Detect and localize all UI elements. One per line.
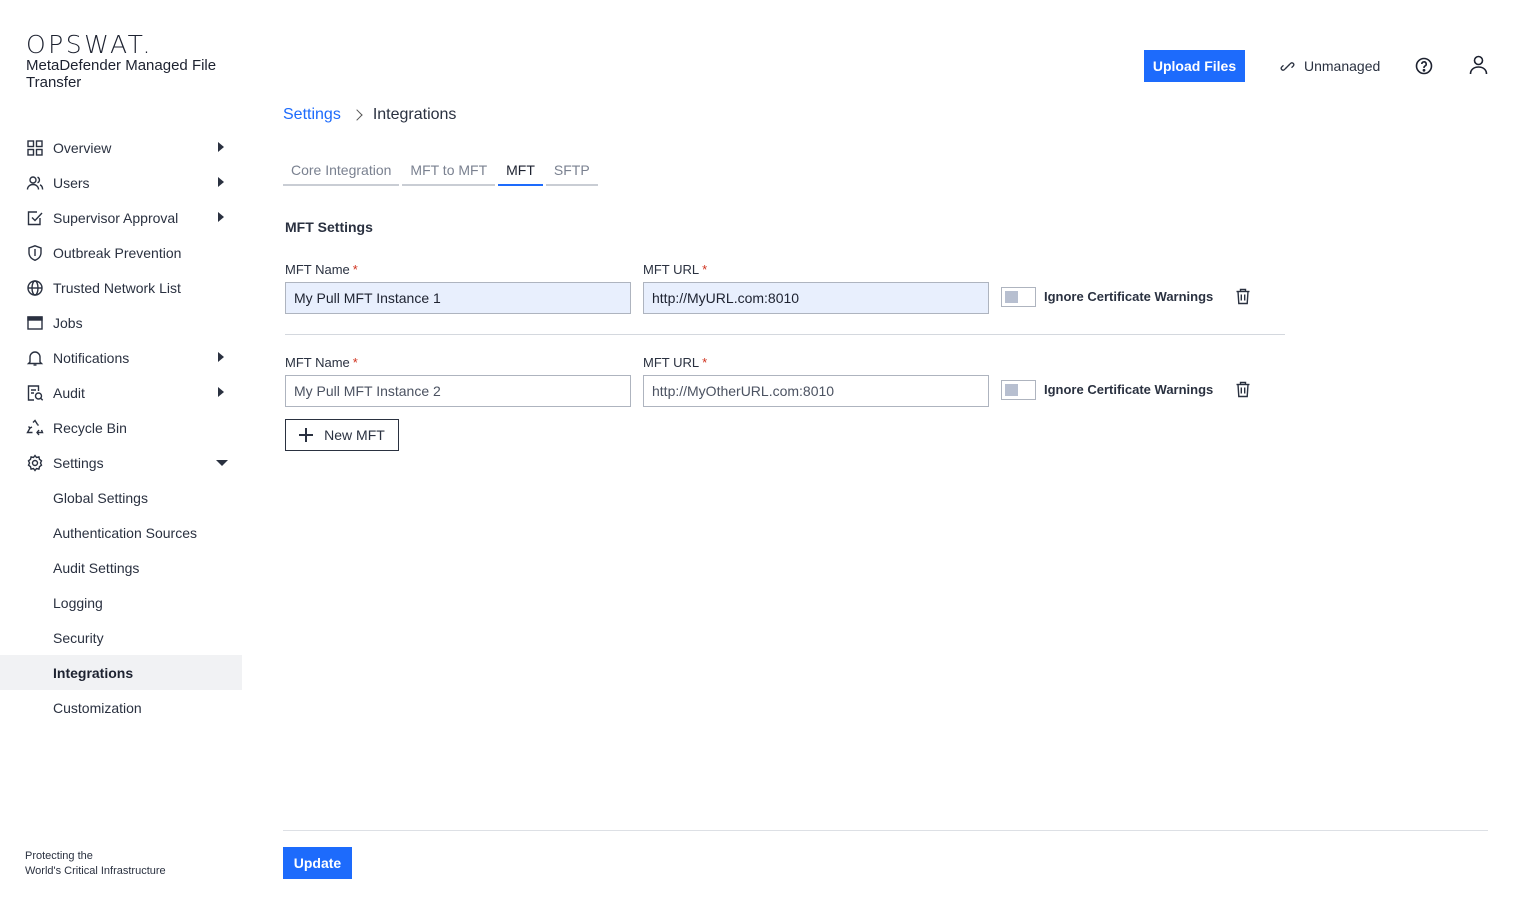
sidebar-item-label: Recycle Bin: [53, 419, 127, 436]
sidebar-item-label: Users: [53, 174, 90, 191]
tab-mft-to-mft[interactable]: MFT to MFT: [402, 155, 496, 186]
sidebar-item-notifications[interactable]: Notifications: [0, 340, 242, 375]
sidebar-item-supervisor-approval[interactable]: Supervisor Approval: [0, 200, 242, 235]
user-icon[interactable]: [1469, 55, 1488, 75]
breadcrumb-settings-link[interactable]: Settings: [283, 106, 341, 124]
section-title: MFT Settings: [285, 219, 373, 235]
sidebar-nav: Overview Users Supervisor Approval Outbr…: [0, 130, 242, 725]
footer-divider: [283, 830, 1488, 831]
integration-tabs: Core Integration MFT to MFT MFT SFTP: [283, 155, 601, 186]
sidebar-item-label: Overview: [53, 139, 112, 156]
caret-right-icon: [218, 387, 224, 397]
sidebar-subitem-security[interactable]: Security: [0, 620, 242, 655]
product-name: MetaDefender Managed File Transfer: [26, 57, 217, 91]
mft-url-input[interactable]: [643, 375, 989, 407]
sidebar-item-label: Trusted Network List: [53, 279, 181, 296]
mft-url-input[interactable]: [643, 282, 989, 314]
mft-name-label: MFT Name *: [285, 355, 358, 370]
sidebar-item-label: Jobs: [53, 314, 83, 331]
caret-right-icon: [218, 352, 224, 362]
sidebar-item-audit[interactable]: Audit: [0, 375, 242, 410]
tab-core-integration[interactable]: Core Integration: [283, 155, 400, 186]
entry-divider: [285, 334, 1285, 335]
recycle-icon: [26, 418, 44, 437]
users-icon: [26, 174, 44, 192]
caret-right-icon: [218, 142, 224, 152]
caret-right-icon: [218, 177, 224, 187]
breadcrumb-current: Integrations: [372, 106, 457, 123]
brand-tagline: Protecting the World's Critical Infrastr…: [25, 850, 166, 877]
sidebar-item-label: Notifications: [53, 349, 130, 366]
trash-icon[interactable]: [1235, 288, 1251, 305]
sidebar-item-overview[interactable]: Overview: [0, 130, 242, 165]
help-icon[interactable]: [1415, 57, 1433, 75]
sidebar: OPSWAT. MetaDefender Managed File Transf…: [0, 0, 242, 911]
sidebar-item-outbreak-prevention[interactable]: Outbreak Prevention: [0, 235, 242, 270]
sidebar-subitem-integrations[interactable]: Integrations: [0, 655, 242, 690]
mft-name-input[interactable]: [285, 375, 631, 407]
sidebar-subitem-logging[interactable]: Logging: [0, 585, 242, 620]
unmanaged-status[interactable]: Unmanaged: [1280, 56, 1380, 76]
gear-icon: [26, 453, 44, 472]
window-icon: [26, 314, 44, 332]
breadcrumb: Settings Integrations: [283, 106, 456, 124]
shield-icon: [26, 244, 44, 262]
sidebar-subitem-customization[interactable]: Customization: [0, 690, 242, 725]
sidebar-item-label: Outbreak Prevention: [53, 244, 182, 261]
sidebar-item-users[interactable]: Users: [0, 165, 242, 200]
audit-icon: [26, 384, 44, 402]
caret-down-icon: [216, 460, 228, 466]
opswat-logo: OPSWAT.: [26, 30, 153, 59]
trash-icon[interactable]: [1235, 381, 1251, 398]
sidebar-item-trusted-network-list[interactable]: Trusted Network List: [0, 270, 242, 305]
mft-url-label: MFT URL *: [643, 262, 708, 277]
chevron-right-icon: [351, 109, 363, 121]
sidebar-subitem-global-settings[interactable]: Global Settings: [0, 480, 242, 515]
sidebar-subitem-audit-settings[interactable]: Audit Settings: [0, 550, 242, 585]
mft-url-label: MFT URL *: [643, 355, 708, 370]
upload-files-button[interactable]: Upload Files: [1144, 50, 1245, 82]
sidebar-item-label: Settings: [53, 454, 104, 471]
tab-sftp[interactable]: SFTP: [545, 155, 598, 186]
new-mft-button[interactable]: New MFT: [285, 419, 399, 451]
ignore-cert-label: Ignore Certificate Warnings: [1044, 382, 1214, 397]
grid-icon: [26, 139, 44, 157]
tab-mft[interactable]: MFT: [498, 155, 543, 186]
ignore-cert-toggle[interactable]: [1001, 380, 1036, 400]
sidebar-item-label: Audit: [53, 384, 85, 401]
plus-icon: [299, 428, 314, 442]
sidebar-item-settings[interactable]: Settings: [0, 445, 242, 480]
update-button[interactable]: Update: [283, 847, 352, 879]
sidebar-item-recycle-bin[interactable]: Recycle Bin: [0, 410, 242, 445]
caret-right-icon: [218, 212, 224, 222]
sidebar-item-jobs[interactable]: Jobs: [0, 305, 242, 340]
link-broken-icon: [1280, 61, 1295, 71]
mft-name-input[interactable]: [285, 282, 631, 314]
sidebar-item-label: Supervisor Approval: [53, 209, 179, 226]
ignore-cert-toggle[interactable]: [1001, 287, 1036, 307]
globe-icon: [26, 279, 44, 297]
sidebar-subitem-authentication-sources[interactable]: Authentication Sources: [0, 515, 242, 550]
mft-name-label: MFT Name *: [285, 262, 358, 277]
bell-icon: [26, 349, 44, 367]
ignore-cert-label: Ignore Certificate Warnings: [1044, 289, 1214, 304]
checkbox-icon: [26, 209, 44, 227]
